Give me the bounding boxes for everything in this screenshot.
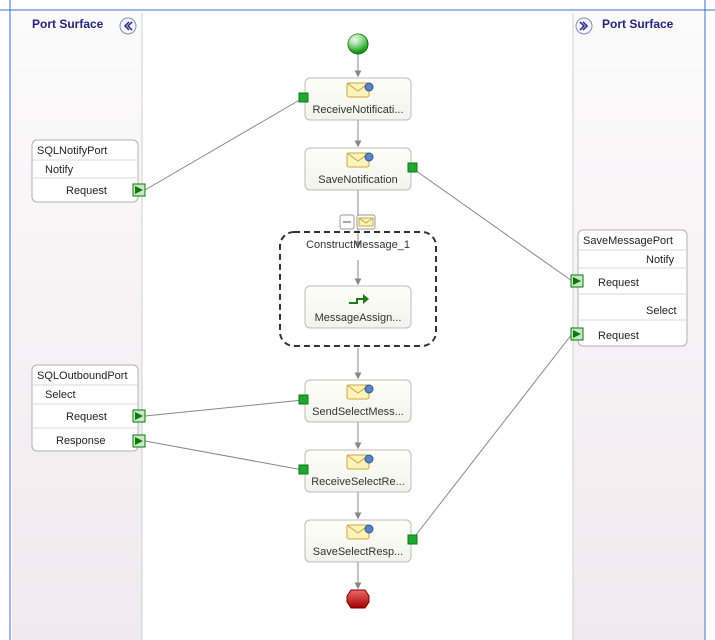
right-surface-title: Port Surface: [602, 17, 674, 31]
receive-select-re-label: ReceiveSelectRe...: [311, 476, 405, 488]
receive-select-re-left-connector[interactable]: [299, 465, 308, 474]
left-surface-title: Port Surface: [32, 17, 104, 31]
collapse-left-icon[interactable]: [120, 18, 136, 34]
construct-toolbar[interactable]: [340, 215, 375, 229]
send-select-mess-left-connector[interactable]: [299, 395, 308, 404]
save-message-req1-arrow-icon[interactable]: [571, 275, 583, 287]
sql-outbound-port-response: Response: [56, 435, 106, 447]
save-message-port-op1: Notify: [646, 254, 675, 266]
save-notification-label: SaveNotification: [318, 174, 398, 186]
sql-outbound-port-request: Request: [66, 411, 107, 423]
save-select-resp-right-connector[interactable]: [408, 535, 417, 544]
save-message-port-req2: Request: [598, 330, 639, 342]
message-assign-label: MessageAssign...: [315, 312, 402, 324]
save-message-port-req1: Request: [598, 277, 639, 289]
save-message-port[interactable]: SaveMessagePort Notify Request Select Re…: [571, 230, 687, 346]
collapse-right-icon[interactable]: [576, 18, 592, 34]
send-select-mess-label: SendSelectMess...: [312, 406, 404, 418]
save-message-port-title: SaveMessagePort: [583, 235, 673, 247]
sql-outbound-port-op: Select: [45, 389, 76, 401]
message-assign-shape[interactable]: MessageAssign...: [305, 286, 411, 328]
construct-message-shape[interactable]: ConstructMessage_1 MessageAssign...: [280, 232, 436, 346]
save-notification-right-connector[interactable]: [408, 163, 417, 172]
sql-outbound-port[interactable]: SQLOutboundPort Select Request Response: [32, 365, 145, 451]
receive-notification-left-connector[interactable]: [299, 93, 308, 102]
save-message-port-op2: Select: [646, 305, 677, 317]
send-select-mess-shape[interactable]: SendSelectMess...: [299, 380, 411, 422]
sql-notify-port[interactable]: SQLNotifyPort Notify Request: [32, 140, 145, 202]
left-port-surface: Port Surface: [12, 13, 142, 640]
sql-outbound-port-title: SQLOutboundPort: [37, 370, 128, 382]
save-notification-shape[interactable]: SaveNotification: [305, 148, 417, 190]
save-select-resp-label: SaveSelectResp...: [313, 546, 404, 558]
sql-outbound-request-arrow-icon[interactable]: [133, 410, 145, 422]
receive-notification-shape[interactable]: ReceiveNotificati...: [299, 78, 411, 120]
construct-message-label: ConstructMessage_1: [306, 239, 410, 251]
save-message-req2-arrow-icon[interactable]: [571, 328, 583, 340]
receive-notification-label: ReceiveNotificati...: [312, 104, 403, 116]
sql-notify-port-title: SQLNotifyPort: [37, 145, 107, 157]
sql-outbound-response-arrow-icon[interactable]: [133, 435, 145, 447]
save-select-resp-shape[interactable]: SaveSelectResp...: [305, 520, 417, 562]
receive-select-re-shape[interactable]: ReceiveSelectRe...: [299, 450, 411, 492]
sql-notify-request-arrow-icon[interactable]: [133, 184, 145, 196]
end-shape[interactable]: [347, 590, 369, 608]
sql-notify-port-op: Notify: [45, 164, 74, 176]
start-shape[interactable]: [348, 34, 368, 54]
sql-notify-port-request: Request: [66, 185, 107, 197]
